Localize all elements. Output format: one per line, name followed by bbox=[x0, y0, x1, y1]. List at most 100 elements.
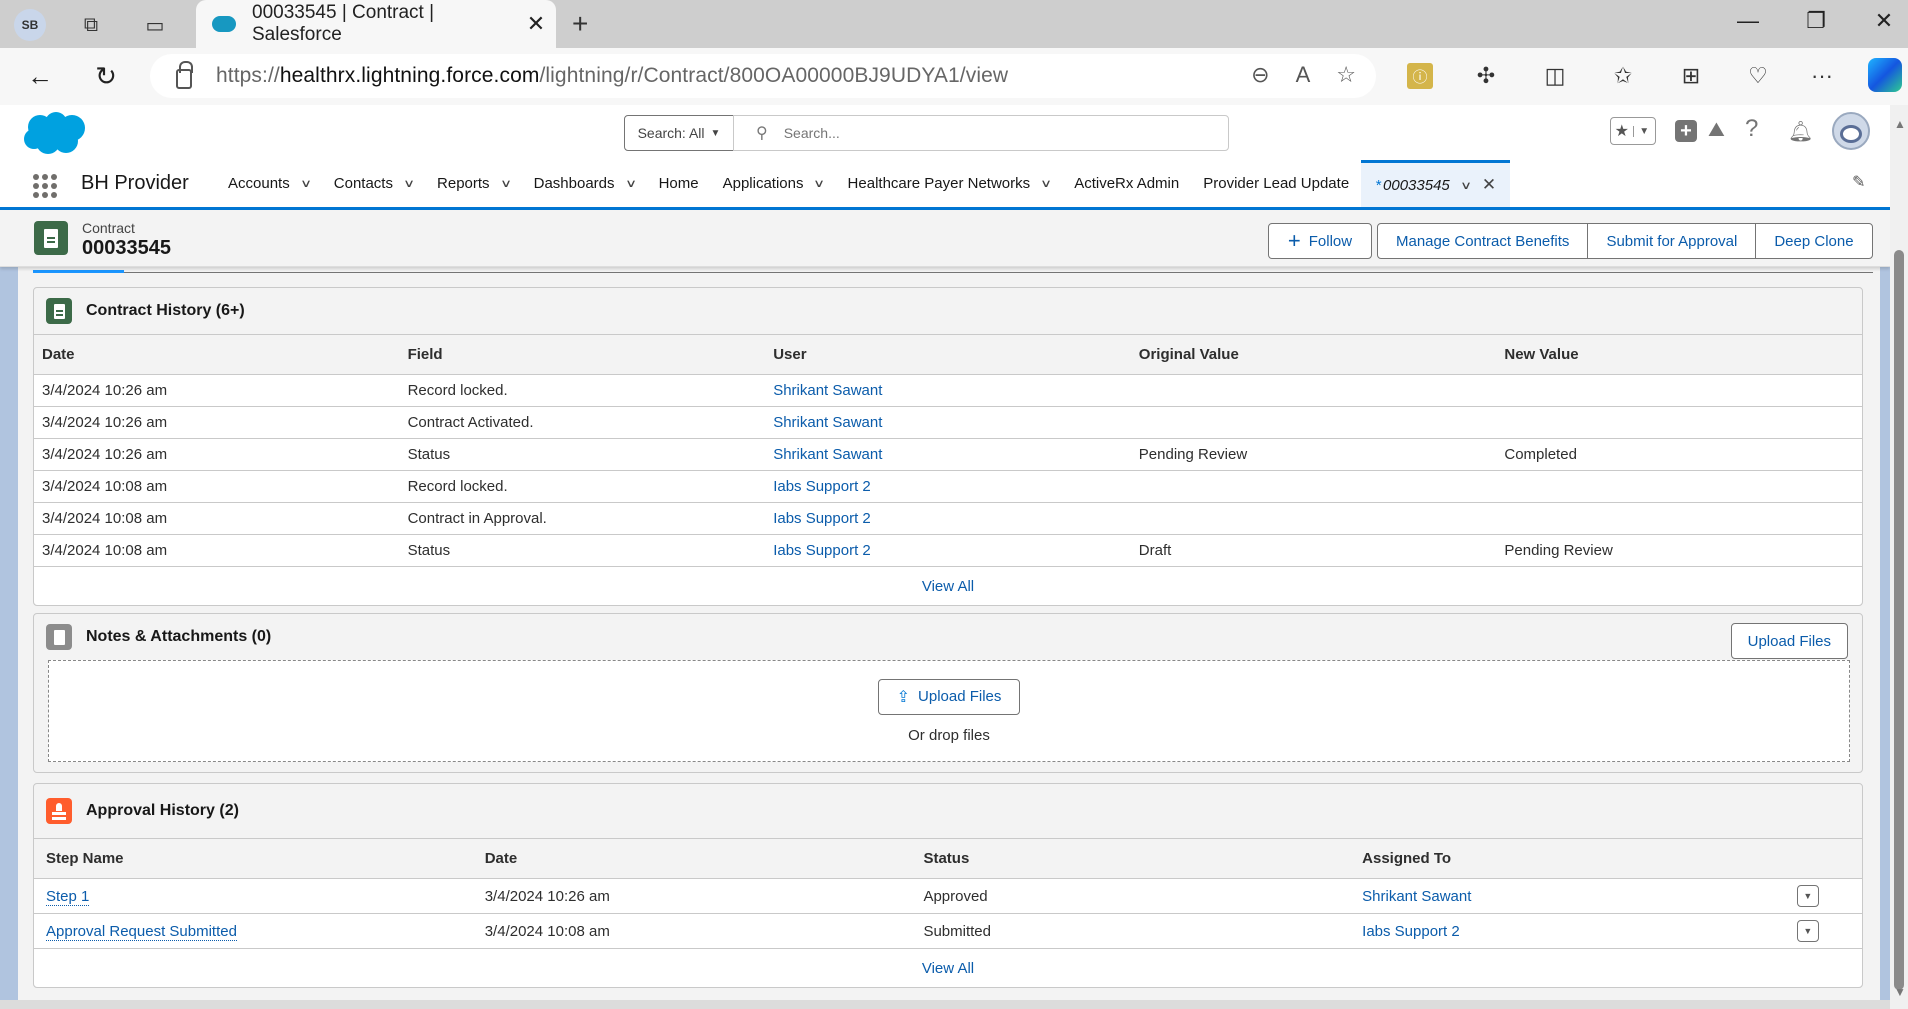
nav-item-accounts[interactable]: Accounts ∨ bbox=[216, 160, 322, 207]
extensions-puzzle-icon[interactable]: ✣ bbox=[1468, 58, 1504, 94]
favorites-star-icon[interactable]: ★ bbox=[1611, 121, 1633, 141]
global-search[interactable]: ⚲ bbox=[733, 115, 1229, 151]
nav-item-label: Dashboards bbox=[533, 175, 615, 192]
edit-nav-pencil-icon[interactable]: ✎ bbox=[1852, 172, 1865, 192]
favorite-star-icon[interactable]: ☆ bbox=[1336, 62, 1356, 88]
follow-button[interactable]: + Follow bbox=[1268, 223, 1372, 259]
manage-contract-benefits-button[interactable]: Manage Contract Benefits bbox=[1378, 224, 1589, 258]
browser-health-icon[interactable]: ♡ bbox=[1740, 58, 1776, 94]
notes-attachments-card: Notes & Attachments (0) Upload Files ⇪ U… bbox=[33, 613, 1863, 773]
zoom-out-icon[interactable]: ⊖ bbox=[1251, 62, 1269, 88]
split-screen-icon[interactable]: ◫ bbox=[1537, 58, 1573, 94]
nav-item-reports[interactable]: Reports ∨ bbox=[425, 160, 522, 207]
help-icon[interactable]: ? bbox=[1745, 115, 1758, 143]
profile-avatar[interactable]: SB bbox=[14, 9, 46, 41]
step-name-link[interactable]: Approval Request Submitted bbox=[46, 922, 237, 941]
user-link[interactable]: Shrikant Sawant bbox=[773, 446, 882, 463]
close-tab-icon[interactable]: ✕ bbox=[516, 11, 556, 37]
nav-item-provider-lead-update[interactable]: Provider Lead Update bbox=[1191, 160, 1361, 207]
global-header: Search: All ▼ ⚲ ★ ▼ + ⛰ ? 🔔︎ bbox=[0, 105, 1890, 160]
chevron-down-icon[interactable]: ∨ bbox=[500, 177, 512, 190]
copilot-icon[interactable] bbox=[1868, 58, 1902, 92]
browser-tab-active[interactable]: 00033545 | Contract | Salesforce ✕ bbox=[196, 0, 556, 48]
more-menu-icon[interactable]: ··· bbox=[1804, 58, 1840, 94]
read-aloud-icon[interactable]: A bbox=[1296, 62, 1311, 88]
close-window-icon[interactable]: ✕ bbox=[1864, 8, 1904, 34]
minimize-icon[interactable]: — bbox=[1728, 8, 1768, 34]
cell-date: 3/4/2024 10:08 am bbox=[472, 913, 912, 949]
chevron-down-icon[interactable]: ∨ bbox=[813, 177, 825, 190]
scrollbar-thumb[interactable] bbox=[1894, 250, 1904, 990]
browser-tab-bar: SB ⧉ ▭ 00033545 | Contract | Salesforce … bbox=[0, 0, 1908, 48]
chevron-down-icon[interactable]: ∨ bbox=[300, 177, 312, 190]
url-field[interactable]: https://healthrx.lightning.force.com/lig… bbox=[150, 54, 1376, 98]
nav-item-activerx-admin[interactable]: ActiveRx Admin bbox=[1062, 160, 1191, 207]
nav-item-healthcare-payer-networks[interactable]: Healthcare Payer Networks ∨ bbox=[836, 160, 1063, 207]
scroll-up-arrow-icon[interactable]: ▲ bbox=[1894, 117, 1906, 131]
search-scope-select[interactable]: Search: All ▼ bbox=[624, 115, 734, 151]
assigned-user-link[interactable]: Shrikant Sawant bbox=[1362, 888, 1471, 905]
nav-tab-record-active[interactable]: * 00033545 ∨ ✕ bbox=[1361, 160, 1511, 207]
nav-item-contacts[interactable]: Contacts ∨ bbox=[322, 160, 425, 207]
collections-icon[interactable]: ⊞ bbox=[1673, 58, 1709, 94]
submit-for-approval-button[interactable]: Submit for Approval bbox=[1588, 224, 1757, 258]
nav-item-label: Healthcare Payer Networks bbox=[847, 175, 1031, 192]
user-link[interactable]: Shrikant Sawant bbox=[773, 414, 882, 431]
refresh-icon[interactable]: ↻ bbox=[88, 61, 124, 92]
user-link[interactable]: Shrikant Sawant bbox=[773, 382, 882, 399]
user-link[interactable]: Iabs Support 2 bbox=[773, 510, 871, 527]
related-tab-indicator[interactable] bbox=[33, 270, 1873, 273]
step-name-link[interactable]: Step 1 bbox=[46, 887, 90, 906]
back-icon[interactable]: ← bbox=[22, 61, 58, 92]
chevron-down-icon[interactable]: ∨ bbox=[403, 177, 415, 190]
row-actions-dropdown-icon[interactable]: ▼ bbox=[1796, 920, 1819, 942]
approval-history-title[interactable]: Approval History (2) bbox=[86, 802, 239, 820]
workspaces-icon[interactable]: ⧉ bbox=[78, 12, 104, 38]
record-title: 00033545 bbox=[82, 237, 171, 259]
chevron-down-icon[interactable]: ∨ bbox=[1460, 179, 1472, 192]
favorites-button-group[interactable]: ★ ▼ bbox=[1610, 117, 1656, 145]
upload-files-button[interactable]: ⇪ Upload Files bbox=[877, 678, 1021, 715]
table-row: 3/4/2024 10:08 am Contract in Approval. Ia… bbox=[34, 502, 1862, 535]
favorites-list-icon[interactable]: ✩ bbox=[1605, 58, 1641, 94]
global-actions-add-icon[interactable]: + bbox=[1675, 120, 1697, 142]
deep-clone-button[interactable]: Deep Clone bbox=[1756, 224, 1871, 258]
chevron-down-icon[interactable]: ∨ bbox=[625, 177, 637, 190]
plus-icon: + bbox=[1287, 228, 1301, 253]
user-avatar[interactable] bbox=[1832, 112, 1870, 150]
assigned-user-link[interactable]: Iabs Support 2 bbox=[1362, 923, 1460, 940]
tab-actions-icon[interactable]: ▭ bbox=[142, 12, 168, 38]
contract-history-title[interactable]: Contract History (6+) bbox=[86, 302, 245, 320]
nav-item-label: Home bbox=[658, 175, 699, 192]
page-scrollbar[interactable]: ▲ ▼ bbox=[1890, 105, 1908, 1009]
approval-history-card: Approval History (2) Step Name Date Status… bbox=[33, 783, 1863, 988]
trailhead-icon[interactable]: ⛰ bbox=[1708, 119, 1725, 142]
lock-icon[interactable] bbox=[176, 61, 193, 89]
nav-item-dashboards[interactable]: Dashboards ∨ bbox=[522, 160, 647, 207]
scroll-down-arrow-icon[interactable]: ▼ bbox=[1894, 985, 1906, 999]
notifications-bell-icon[interactable]: 🔔︎ bbox=[1788, 119, 1813, 144]
cell-assigned: Iabs Support 2 bbox=[1350, 913, 1789, 949]
search-input[interactable] bbox=[783, 125, 1184, 141]
user-link[interactable]: Iabs Support 2 bbox=[773, 542, 871, 559]
file-drop-zone[interactable]: ⇪ Upload Files Or drop files bbox=[48, 660, 1850, 762]
salesforce-logo-icon[interactable] bbox=[22, 111, 88, 157]
restore-icon[interactable]: ❐ bbox=[1796, 8, 1836, 34]
favorites-dropdown-icon[interactable]: ▼ bbox=[1632, 125, 1656, 137]
upload-files-header-button[interactable]: Upload Files bbox=[1730, 623, 1848, 659]
cell-date: 3/4/2024 10:26 am bbox=[472, 878, 912, 914]
contract-history-view-all-link[interactable]: View All bbox=[922, 578, 974, 595]
row-actions-dropdown-icon[interactable]: ▼ bbox=[1796, 885, 1819, 907]
nav-item-applications[interactable]: Applications ∨ bbox=[711, 160, 836, 207]
nav-item-home[interactable]: Home bbox=[647, 160, 711, 207]
cell-new: Pending Review bbox=[1496, 534, 1862, 567]
approval-history-view-all-link[interactable]: View All bbox=[922, 960, 974, 977]
new-tab-button[interactable]: + bbox=[572, 8, 588, 40]
user-link[interactable]: Iabs Support 2 bbox=[773, 478, 871, 495]
chevron-down-icon[interactable]: ∨ bbox=[1040, 177, 1052, 190]
extension-lens-icon[interactable]: ⓘ bbox=[1407, 63, 1433, 89]
app-launcher-icon[interactable] bbox=[33, 174, 57, 198]
close-tab-icon[interactable]: ✕ bbox=[1482, 175, 1496, 195]
notes-attachments-title[interactable]: Notes & Attachments (0) bbox=[86, 628, 271, 646]
url-text[interactable]: https://healthrx.lightning.force.com/lig… bbox=[216, 64, 1008, 88]
